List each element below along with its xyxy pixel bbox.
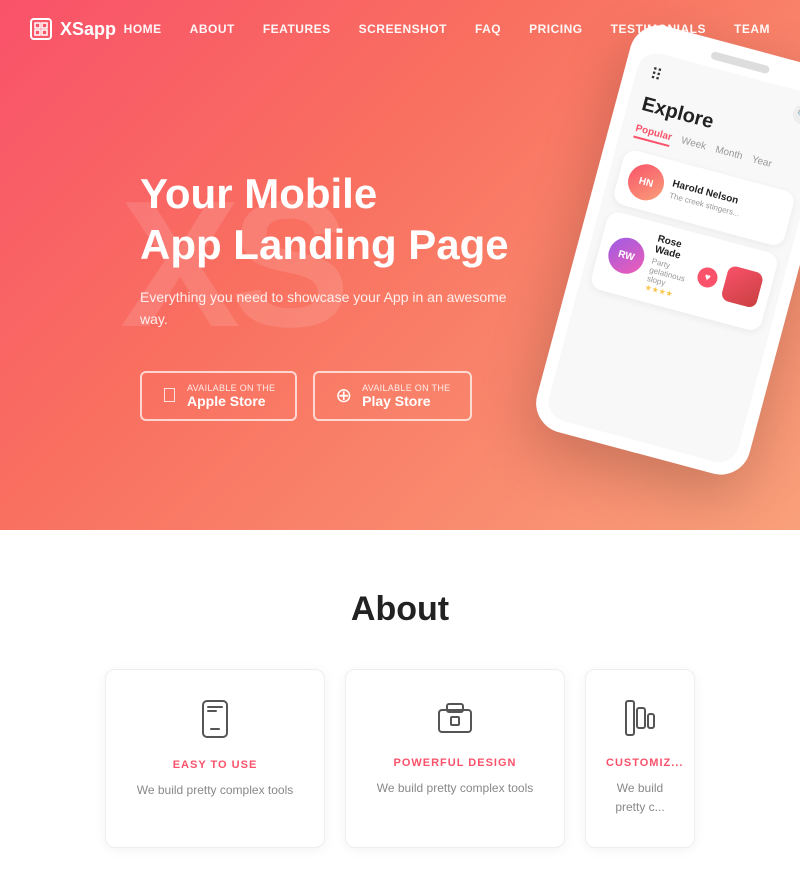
android-icon: ⊕: [335, 386, 352, 406]
phone-grid-icon: ⠿: [648, 64, 664, 86]
apple-store-small: Available on the: [187, 383, 275, 393]
phone-card-2-img: [720, 265, 764, 309]
phone-outer: ⠿ 🔍 Explore Popular Week Month Year HN H…: [529, 19, 800, 482]
about-card-2: POWERFUL DESIGN We build pretty complex …: [345, 669, 565, 848]
phone-tab-month[interactable]: Month: [713, 144, 744, 166]
nav-testimonials[interactable]: TESTIMONIALS: [611, 22, 706, 36]
phone-card-2-avatar: RW: [604, 234, 648, 278]
about-title: About: [30, 590, 770, 629]
hero-title: Your MobileApp Landing Page: [140, 169, 520, 270]
nav-features[interactable]: FEATURES: [263, 22, 331, 36]
nav-team[interactable]: TEAM: [734, 22, 770, 36]
phone-mockup: ⠿ 🔍 Explore Popular Week Month Year HN H…: [500, 11, 800, 489]
about-card-1-desc: We build pretty complex tools: [126, 781, 304, 800]
nav-faq[interactable]: FAQ: [475, 22, 501, 36]
about-section: About EASY TO USE We build pretty comple…: [0, 530, 800, 888]
phone-tab-popular[interactable]: Popular: [633, 123, 673, 147]
apple-icon: : [162, 386, 177, 406]
nav-home[interactable]: HOME: [124, 22, 162, 36]
nav-pricing[interactable]: PRICING: [529, 22, 583, 36]
phone-card-2-info: Rose Wade Party gelatinous slopy ★★★★: [644, 233, 698, 301]
nav-links: HOME ABOUT FEATURES SCREENSHOT FAQ PRICI…: [124, 20, 770, 38]
phone-heart-icon: ♥: [695, 265, 719, 289]
phone-search-icon: 🔍: [791, 102, 800, 126]
hero-content: Your MobileApp Landing Page Everything y…: [0, 169, 520, 421]
about-card-3-title: CUSTOMIZ...: [606, 757, 674, 769]
about-card-2-desc: We build pretty complex tools: [366, 779, 544, 798]
hero-section: XS Your MobileApp Landing Page Everythin…: [0, 0, 800, 530]
nav-screenshot[interactable]: SCREENSHOT: [359, 22, 447, 36]
phone-tab-year[interactable]: Year: [750, 154, 773, 174]
play-store-small: Available on the: [362, 383, 450, 393]
about-card-1-title: EASY TO USE: [126, 759, 304, 771]
apple-store-button[interactable]:  Available on the Apple Store: [140, 371, 297, 421]
play-store-big: Play Store: [362, 393, 450, 409]
phone-card-1-info: Harold Nelson The creek stingers...: [668, 178, 782, 228]
hero-subtitle: Everything you need to showcase your App…: [140, 286, 520, 331]
about-card-3-desc: We build pretty c...: [606, 779, 674, 817]
hero-buttons:  Available on the Apple Store ⊕ Availab…: [140, 371, 520, 421]
about-card-2-title: POWERFUL DESIGN: [366, 757, 544, 769]
phone-card-1-avatar: HN: [624, 160, 668, 204]
nav-about[interactable]: ABOUT: [190, 22, 235, 36]
apple-store-big: Apple Store: [187, 393, 275, 409]
logo-icon: [30, 18, 52, 40]
navbar: XSapp HOME ABOUT FEATURES SCREENSHOT FAQ…: [0, 0, 800, 58]
logo[interactable]: XSapp: [30, 18, 116, 40]
logo-text: XSapp: [60, 19, 116, 40]
play-store-button[interactable]: ⊕ Available on the Play Store: [313, 371, 472, 421]
about-cards: EASY TO USE We build pretty complex tool…: [30, 669, 770, 848]
powerful-design-icon: [366, 700, 544, 743]
easy-to-use-icon: [126, 700, 304, 745]
customize-icon: [606, 700, 674, 743]
phone-screen: ⠿ 🔍 Explore Popular Week Month Year HN H…: [544, 49, 800, 467]
about-card-1: EASY TO USE We build pretty complex tool…: [105, 669, 325, 848]
about-card-3: CUSTOMIZ... We build pretty c...: [585, 669, 695, 848]
phone-tab-week[interactable]: Week: [679, 135, 707, 156]
